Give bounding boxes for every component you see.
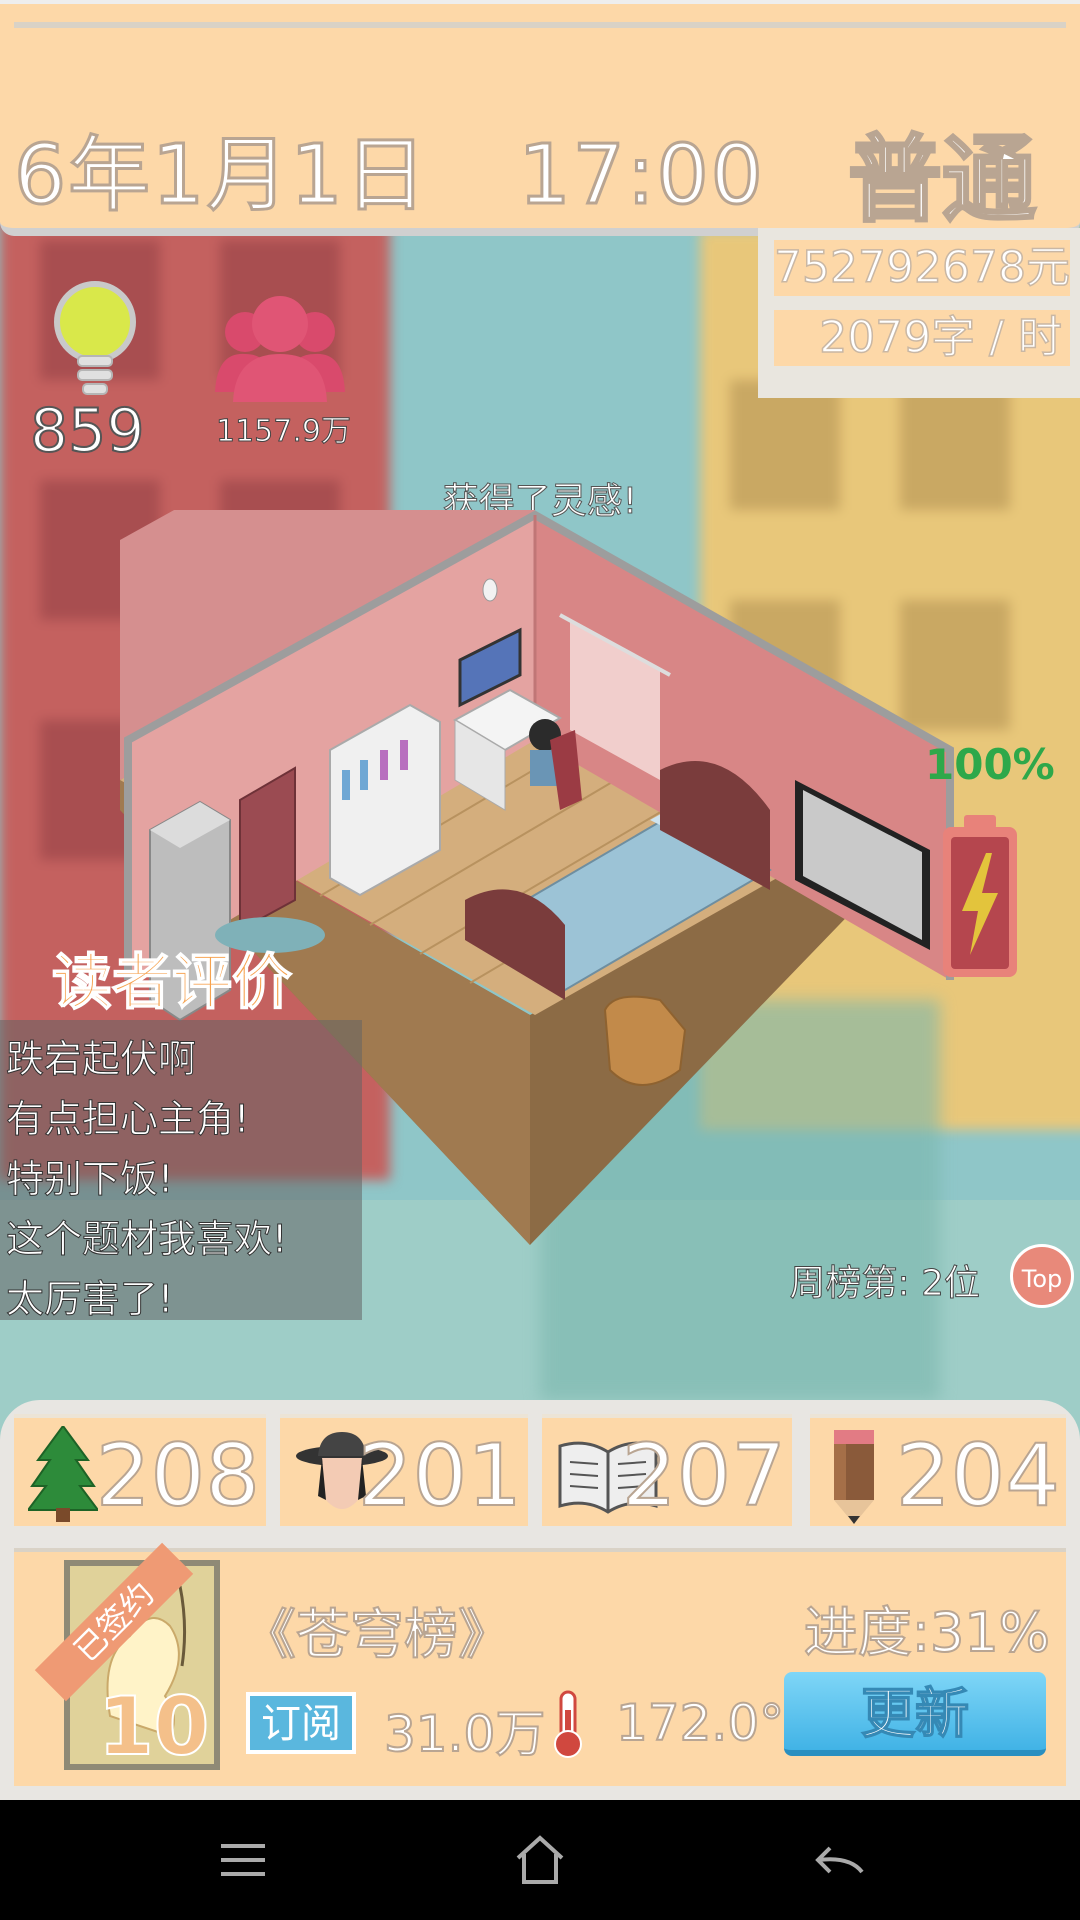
fans-icon <box>215 296 345 402</box>
subscriber-count: 31.0万 <box>383 1704 546 1764</box>
review-item: 有点担心主角! <box>5 1097 250 1142</box>
thermometer-icon <box>554 1690 582 1758</box>
date-time-display: 6年1月1日 17:00 <box>13 108 765 227</box>
book-heat: 172.0° <box>615 1693 785 1753</box>
fans-count: 1157.9万 <box>216 414 352 450</box>
review-item: 这个题材我喜欢! <box>5 1217 288 1262</box>
attribute-pencil[interactable]: 204 <box>810 1414 1066 1527</box>
book-level-number: 10 <box>97 1679 210 1774</box>
menu-icon[interactable] <box>213 1830 273 1890</box>
update-button[interactable]: 更新 <box>784 1672 1046 1756</box>
reader-reviews-panel: 跌宕起伏啊 有点担心主角! 特别下饭! 这个题材我喜欢! 太厉害了! <box>0 1020 362 1322</box>
inspiration-count: 859 <box>29 395 146 467</box>
energy-percent: 100% <box>925 740 1055 789</box>
attribute-book[interactable]: 207 <box>542 1414 792 1527</box>
book-progress: 进度:31% <box>803 1600 1051 1665</box>
weekly-rank: 周榜第: 2位 <box>789 1263 980 1305</box>
attribute-value: 208 <box>95 1425 261 1527</box>
review-item: 特别下饭! <box>5 1157 174 1202</box>
review-item: 跌宕起伏啊 <box>5 1037 197 1082</box>
book-title: 《苍穹榜》 <box>241 1602 513 1667</box>
review-item: 太厉害了! <box>5 1277 174 1322</box>
subscribe-tag: 订阅 <box>246 1692 356 1754</box>
pencil-icon <box>834 1430 874 1524</box>
difficulty-label[interactable]: 普通 <box>846 104 1037 240</box>
back-icon[interactable] <box>810 1830 870 1890</box>
time-label: 17:00 <box>517 127 765 225</box>
money-display: 752792678元 <box>774 240 1070 296</box>
date-label: 6年1月1日 <box>13 127 429 225</box>
attribute-value: 207 <box>621 1425 787 1527</box>
home-icon[interactable] <box>510 1830 570 1890</box>
finance-panel: 752792678元 2079字 / 时 <box>758 228 1080 398</box>
battery-icon <box>943 815 1017 977</box>
lightbulb-icon <box>54 281 136 395</box>
tree-icon <box>28 1426 98 1522</box>
top-ranking-button[interactable]: Top <box>1010 1244 1074 1308</box>
attribute-value: 201 <box>357 1425 523 1527</box>
attribute-tree[interactable]: 208 <box>14 1414 266 1527</box>
attribute-value: 204 <box>895 1425 1061 1527</box>
writing-speed-display: 2079字 / 时 <box>774 310 1070 366</box>
reader-reviews-title: 读者评价 <box>51 947 293 1019</box>
attribute-character[interactable]: 201 <box>280 1414 528 1527</box>
